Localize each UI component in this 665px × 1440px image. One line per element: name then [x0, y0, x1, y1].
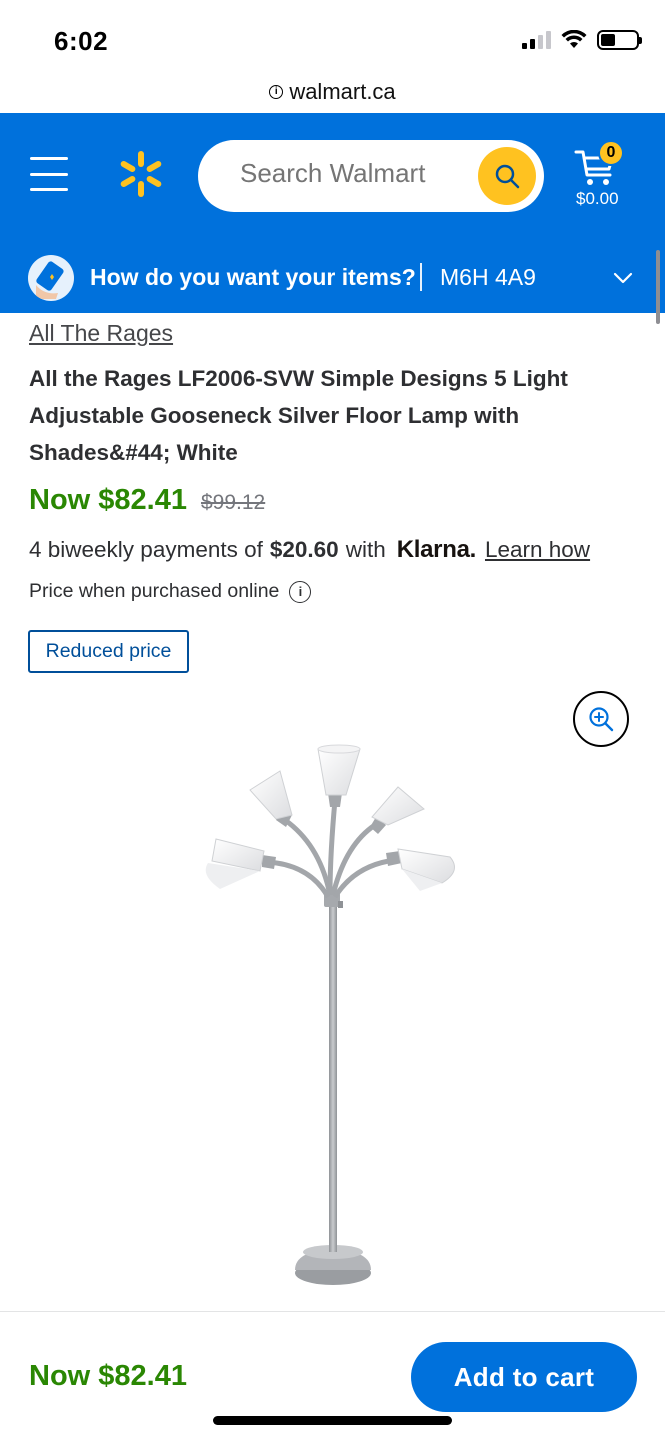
klarna-with: with	[345, 537, 386, 562]
delivery-selector[interactable]: How do you want your items? M6H 4A9	[0, 243, 665, 313]
hamburger-menu-icon[interactable]	[30, 157, 68, 191]
bottom-price: Now $82.41	[29, 1360, 187, 1392]
product-title: All the Rages LF2006-SVW Simple Designs …	[29, 366, 568, 465]
reduced-price-badge: Reduced price	[28, 630, 189, 673]
klarna-financing: 4 biweekly payments of $20.60 with Klarn…	[29, 536, 590, 564]
klarna-prefix: 4 biweekly payments of	[29, 537, 263, 562]
add-to-cart-button[interactable]: Add to cart	[411, 1342, 637, 1412]
postal-code: M6H 4A9	[440, 264, 536, 290]
search-bar[interactable]	[198, 140, 544, 212]
info-icon[interactable]: i	[289, 580, 312, 603]
online-note-text: Price when purchased online	[29, 580, 280, 602]
url-text: walmart.ca	[289, 79, 396, 104]
cart-total: $0.00	[576, 189, 619, 208]
zoom-in-icon	[589, 707, 614, 732]
zoom-button[interactable]	[573, 691, 629, 747]
search-button[interactable]	[478, 147, 536, 205]
cart-button[interactable]: 0 $0.00	[572, 140, 632, 213]
search-input[interactable]	[240, 158, 470, 189]
delivery-separator	[420, 263, 422, 291]
search-icon	[495, 164, 520, 189]
wifi-icon	[561, 30, 587, 48]
scrollbar-thumb[interactable]	[656, 250, 660, 324]
battery-icon	[597, 30, 642, 50]
delivery-question: How do you want your items?	[90, 264, 416, 290]
signal-icon	[522, 31, 551, 49]
status-icons	[522, 28, 642, 52]
price-row: Now $82.41 $99.12	[29, 484, 265, 517]
status-bar: 6:02	[0, 0, 665, 70]
current-price: Now $82.41	[29, 484, 187, 516]
chevron-down-icon	[613, 272, 633, 284]
home-indicator[interactable]	[213, 1416, 452, 1425]
original-price: $99.12	[200, 491, 266, 514]
info-icon: i	[269, 85, 284, 99]
status-time: 6:02	[54, 26, 109, 56]
klarna-logo: Klarna.	[396, 536, 477, 563]
floor-lamp-image[interactable]	[180, 735, 480, 1295]
klarna-learn-link[interactable]: Learn how	[485, 537, 590, 563]
delivery-icon	[28, 255, 74, 301]
walmart-spark-icon[interactable]	[116, 149, 166, 199]
cart-count-badge: 0	[598, 140, 624, 166]
online-price-note: Price when purchased online i	[29, 580, 312, 603]
url-bar[interactable]: i walmart.ca	[0, 70, 665, 114]
brand-link[interactable]: All The Rages	[29, 320, 173, 347]
klarna-amount: $20.60	[269, 537, 339, 562]
site-header: 0 $0.00 How do you want your items? M6H …	[0, 113, 665, 313]
